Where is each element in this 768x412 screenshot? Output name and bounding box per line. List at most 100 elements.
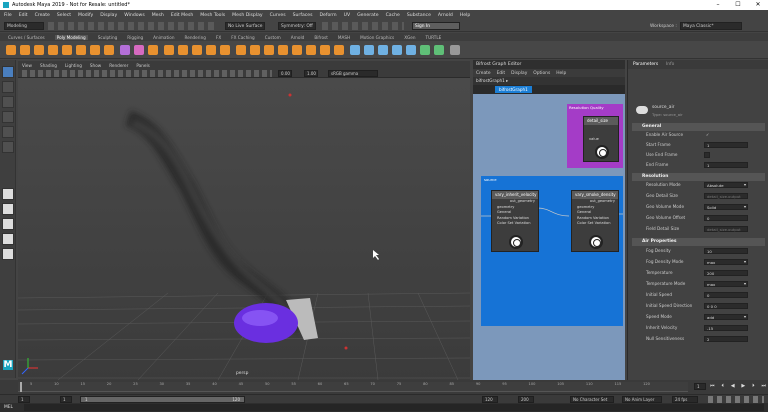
menu-surfaces[interactable]: Surfaces [293,13,313,18]
bf-menu-edit[interactable]: Edit [497,71,506,76]
section-air-properties[interactable]: Air Properties [632,238,765,246]
merge-icon[interactable] [264,45,274,55]
layout-single-icon[interactable] [2,188,14,200]
layout-four-icon[interactable] [2,203,14,215]
time-slider[interactable]: 5 10 15 20 25 30 35 40 45 50 55 60 65 70 75 80 85 90 95 100… [0,380,768,394]
exposure-field[interactable]: 0.00 [278,70,292,77]
menu-modify[interactable]: Modify [78,13,93,18]
menu-curves[interactable]: Curves [270,13,286,18]
quad-draw-icon[interactable] [334,45,344,55]
port-value[interactable]: value [584,137,618,143]
poly-torus-icon[interactable] [62,45,72,55]
uv-planar-icon[interactable] [364,45,374,55]
play-back-icon[interactable]: ◀ [731,383,735,390]
workspace-dropdown[interactable]: Maya Classic* [680,22,742,30]
shelf-tab-fx-caching[interactable]: FX Caching [231,35,255,40]
play-forward-icon[interactable]: ▶ [741,383,745,390]
range-bar[interactable]: 1 120 [80,396,245,403]
rotate-tool-icon[interactable] [2,126,14,138]
menu-mesh-tools[interactable]: Mesh Tools [200,13,225,18]
geo-volume-offset-field[interactable]: 0 [704,215,748,221]
bf-menu-create[interactable]: Create [476,71,491,76]
menu-edit-mesh[interactable]: Edit Mesh [171,13,193,18]
poly-plane-icon[interactable] [76,45,86,55]
poly-sphere-icon[interactable] [6,45,16,55]
quantity-group[interactable]: Resolution Quality detail_size value [567,104,623,168]
poly-cone-icon[interactable] [48,45,58,55]
status-line-tools[interactable] [48,22,218,30]
start-frame-field[interactable]: 1 [704,142,748,148]
menu-deform[interactable]: Deform [320,13,337,18]
character-set-dropdown[interactable]: No Character Set [570,396,614,403]
uv-editor-icon[interactable] [350,45,360,55]
fog-density-mode-dropdown[interactable]: max [704,259,748,265]
combine-icon[interactable] [120,45,130,55]
symmetry-dropdown[interactable]: Symmetry: Off [278,22,316,30]
close-icon[interactable]: ✕ [748,0,768,10]
temperature-mode-dropdown[interactable]: max [704,281,748,287]
smooth-icon[interactable] [148,45,158,55]
light-locator[interactable] [288,93,292,97]
paint-select-tool-icon[interactable] [2,96,14,108]
menu-substance[interactable]: Substance [407,13,431,18]
bridge-icon[interactable] [206,45,216,55]
uv-sphere-icon[interactable] [406,45,416,55]
vary-inherit-velocity-node[interactable]: vary_inherit_velocity out_geometry geome… [491,190,539,252]
shelf-tab-fx[interactable]: FX [216,35,221,40]
menu-edit[interactable]: Edit [19,13,28,18]
speed-mode-dropdown[interactable]: add [704,314,748,320]
menu-cache[interactable]: Cache [386,13,400,18]
bifrost-canvas[interactable]: Resolution Quality detail_size value sou… [473,94,625,380]
shelf-tab-mash[interactable]: MASH [338,35,350,40]
mel-label[interactable]: MEL [4,405,13,410]
maximize-icon[interactable]: ☐ [728,0,748,10]
shelf-tab-custom[interactable]: Custom [265,35,281,40]
shelf-tab-arnold[interactable]: Arnold [291,35,305,40]
menu-generate[interactable]: Generate [357,13,378,18]
tab-info[interactable]: Info [666,62,674,67]
source-group[interactable]: source vary_inherit_velocity out_geometr… [481,176,623,326]
layout-side-icon[interactable] [2,218,14,230]
separate-icon[interactable] [134,45,144,55]
minimize-icon[interactable]: – [708,0,728,10]
fog-density-field[interactable]: 10 [704,248,748,254]
shelf-tab-curves[interactable]: Curves / Surfaces [8,35,45,40]
port-color-set-variation[interactable]: Color Set Variation [492,221,538,227]
vp-menu-view[interactable]: View [22,63,32,68]
perspective-viewport[interactable]: persp [18,78,470,380]
menu-display[interactable]: Display [100,13,117,18]
shelf-tab-motion-graphics[interactable]: Motion Graphics [360,35,394,40]
start-time-field[interactable]: 1 [18,396,30,403]
enable-air-source-checkbox[interactable]: ✓ [704,132,710,138]
shelf-tab-turtle[interactable]: TURTLE [426,35,442,40]
anim-layer-dropdown[interactable]: No Anim Layer [622,396,662,403]
shelf-options-icon[interactable] [450,45,460,55]
poly-cylinder-icon[interactable] [34,45,44,55]
scale-tool-icon[interactable] [2,141,14,153]
command-input[interactable] [24,404,764,411]
menu-create[interactable]: Create [35,13,50,18]
playback-start-field[interactable]: 1 [60,396,72,403]
step-back-icon[interactable]: ⏴ [721,383,724,390]
menu-windows[interactable]: Windows [124,13,145,18]
mirror-icon[interactable] [178,45,188,55]
menu-arnold[interactable]: Arnold [438,13,453,18]
sign-in-button[interactable]: Sign In [412,22,460,30]
section-resolution[interactable]: Resolution [632,173,765,181]
append-icon[interactable] [292,45,302,55]
uv-cylinder-icon[interactable] [392,45,402,55]
viewport-tool-icons[interactable] [22,70,272,77]
poly-disc-icon[interactable] [90,45,100,55]
gamma-field[interactable]: 1.00 [304,70,318,77]
live-surface-field[interactable]: No Live Surface [225,22,265,30]
range-extra-icons[interactable] [708,396,764,403]
target-weld-icon[interactable] [320,45,330,55]
lasso-tool-icon[interactable] [2,81,14,93]
uv-layout-icon[interactable] [434,45,444,55]
vp-menu-shading[interactable]: Shading [40,63,57,68]
graph-selector-label[interactable]: bifrostGraph1 ▸ [476,78,508,83]
mode-dropdown[interactable]: Modeling [4,22,44,30]
shelf-tab-sculpting[interactable]: Sculpting [98,35,118,40]
bevel-edge-icon[interactable] [236,45,246,55]
port-color-set-variation[interactable]: Color Set Variation [572,221,618,227]
